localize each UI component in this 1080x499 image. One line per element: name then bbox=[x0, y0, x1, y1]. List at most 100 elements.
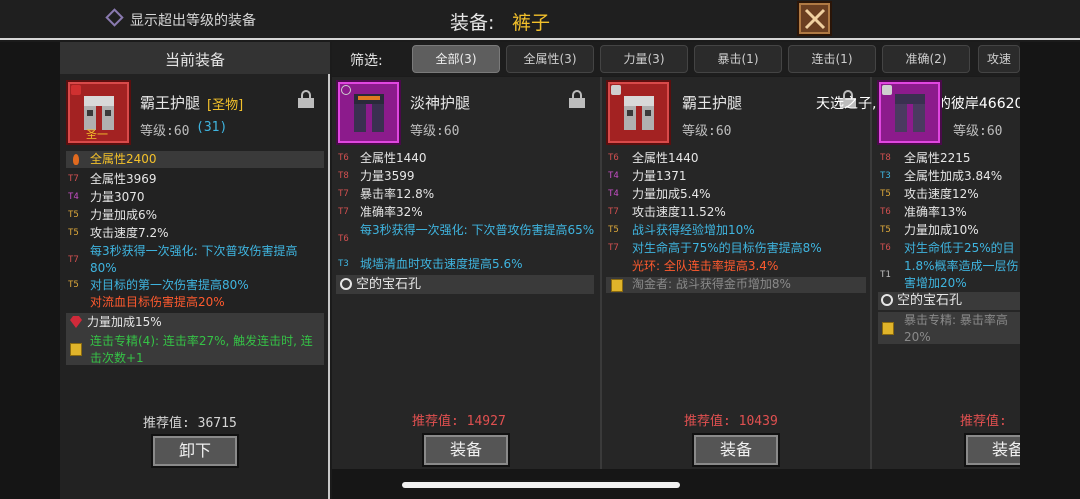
stat-line: 淘金者: 战斗获得金币增加8% bbox=[632, 277, 791, 291]
candidate-recommend-value: 推荐值: 10439 bbox=[684, 414, 778, 429]
candidate-item-level: 等级:60 bbox=[953, 124, 1003, 139]
left-margin bbox=[0, 42, 60, 499]
tab-combo[interactable]: 连击(1) bbox=[788, 45, 876, 73]
stat-line: 攻击速度11.52% bbox=[632, 205, 726, 219]
tier-label: T6 bbox=[338, 153, 349, 163]
leg-armor-icon bbox=[354, 94, 384, 132]
lock-icon[interactable] bbox=[569, 90, 585, 108]
empty-socket-icon bbox=[340, 278, 352, 290]
tab-crit[interactable]: 暴击(1) bbox=[694, 45, 782, 73]
stat-line: 城墙清血时攻击速度提高5.6% bbox=[360, 257, 523, 271]
tab-accuracy[interactable]: 准确(2) bbox=[882, 45, 970, 73]
candidate-item-icon[interactable] bbox=[606, 80, 671, 145]
stat-line: 力量加成6% bbox=[90, 208, 158, 222]
stat-line: 准确率13% bbox=[904, 205, 967, 219]
ruby-gem-icon bbox=[70, 316, 82, 328]
empty-socket-text: 空的宝石孔 bbox=[897, 293, 963, 308]
lock-icon[interactable] bbox=[298, 90, 314, 108]
current-item-level: 等级:60 bbox=[140, 124, 190, 139]
equip-button[interactable]: 装备 bbox=[692, 433, 780, 467]
right-margin bbox=[1020, 42, 1080, 499]
tier-label: T8 bbox=[338, 171, 349, 181]
filter-label: 筛选: bbox=[350, 53, 383, 69]
tier-label: T5 bbox=[880, 225, 891, 235]
stat-line: 力量加成5.4% bbox=[632, 187, 711, 201]
page-title-slot: 裤子 bbox=[512, 12, 551, 34]
current-recommend-value: 推荐值: 36715 bbox=[143, 416, 237, 431]
unequip-button[interactable]: 卸下 bbox=[151, 434, 239, 468]
tab-strength[interactable]: 力量(3) bbox=[600, 45, 688, 73]
stat-line: 攻击速度7.2% bbox=[90, 226, 169, 240]
skill-book-icon bbox=[882, 322, 894, 335]
tier-label: T3 bbox=[338, 259, 349, 269]
equip-button[interactable]: 装备 bbox=[422, 433, 510, 467]
tier-label: T8 bbox=[880, 153, 891, 163]
current-item-name: 霸王护腿 bbox=[140, 94, 201, 112]
stat-line: 每3秒获得一次强化: 下次普攻伤害提高65% bbox=[360, 223, 595, 237]
tier-label: T6 bbox=[880, 207, 891, 217]
close-icon bbox=[804, 8, 826, 30]
candidate-item-name: 淡神护腿 bbox=[410, 94, 471, 112]
current-item-tag: [圣物] bbox=[207, 98, 244, 113]
tab-attack-speed[interactable]: 攻速 bbox=[978, 45, 1020, 73]
stat-line: 力量加成10% bbox=[904, 223, 979, 237]
home-indicator[interactable] bbox=[402, 482, 680, 488]
tier-label: T4 bbox=[608, 189, 619, 199]
tier-label: T6 bbox=[608, 153, 619, 163]
stat-line: 准确率32% bbox=[360, 205, 423, 219]
stat-line: 全属性1440 bbox=[360, 151, 427, 165]
tier-label: T7 bbox=[608, 243, 619, 253]
stat-line: 攻击速度12% bbox=[904, 187, 979, 201]
stat-line: 每3秒获得一次强化: 下次普攻伤害提高80% bbox=[90, 244, 298, 275]
tier-label: T3 bbox=[880, 171, 891, 181]
candidate-item-level: 等级:60 bbox=[682, 124, 732, 139]
empty-socket-text: 空的宝石孔 bbox=[356, 277, 422, 292]
tier-label: T4 bbox=[608, 171, 619, 181]
tier-label: T7 bbox=[68, 174, 79, 184]
stat-line: 对生命低于25%的目 bbox=[904, 241, 1015, 255]
gem-socket-line: 空的宝石孔 bbox=[340, 276, 421, 293]
current-item-icon[interactable]: 圣一 bbox=[66, 80, 131, 145]
fire-icon bbox=[73, 154, 79, 165]
tier-label: T7 bbox=[338, 207, 349, 217]
gem-socket-line: 空的宝石孔 bbox=[881, 292, 962, 309]
stat-line: 连击专精(4): 连击率27%, 触发连击时, 连击次数+1 bbox=[90, 334, 313, 365]
stat-line: 全属性3969 bbox=[90, 172, 157, 186]
tier-label: T6 bbox=[338, 234, 349, 244]
close-button[interactable] bbox=[797, 1, 832, 36]
empty-socket-icon bbox=[881, 294, 893, 306]
tier-label: T5 bbox=[68, 228, 79, 238]
tier-label: T7 bbox=[68, 255, 79, 265]
tab-all[interactable]: 全部(3) bbox=[412, 45, 500, 73]
tier-label: T5 bbox=[608, 225, 619, 235]
tier-label: T5 bbox=[68, 210, 79, 220]
stat-line: 对目标的第一次伤害提高80% bbox=[90, 278, 249, 292]
stat-line: 1.8%概率造成一层伤害增加20% bbox=[904, 259, 1019, 290]
stat-line: 战斗获得经验增加10% bbox=[632, 223, 755, 237]
tier-label: T1 bbox=[880, 270, 891, 280]
tab-all-attributes[interactable]: 全属性(3) bbox=[506, 45, 594, 73]
stat-line: 全属性2215 bbox=[904, 151, 971, 165]
current-equipment-title: 当前装备 bbox=[164, 51, 225, 69]
page-title-prefix: 装备: bbox=[450, 12, 495, 34]
equip-button[interactable]: 装备 bbox=[964, 433, 1020, 467]
candidate-item-icon[interactable] bbox=[336, 80, 401, 145]
stat-line: 全属性1440 bbox=[632, 151, 699, 165]
equip-button-clip: 装备 bbox=[964, 433, 1020, 467]
stat-line: 力量1371 bbox=[632, 169, 687, 183]
stat-line: 暴击率12.8% bbox=[360, 187, 435, 201]
stat-line: 力量加成15% bbox=[87, 315, 162, 329]
current-item-level-bonus: (31) bbox=[196, 120, 228, 135]
candidate-recommend-value: 推荐值: 14927 bbox=[412, 414, 506, 429]
stat-line: 暴击专精: 暴击率高20% bbox=[904, 313, 1008, 344]
tier-label: T5 bbox=[880, 189, 891, 199]
stat-line: 全属性加成3.84% bbox=[904, 169, 1003, 183]
show-over-level-toggle-label[interactable]: 显示超出等级的装备 bbox=[130, 10, 256, 30]
stat-line: 全属性2400 bbox=[90, 152, 157, 166]
tier-label: T5 bbox=[68, 280, 79, 290]
candidate-item-name: 霸王护腿 bbox=[682, 94, 743, 112]
stat-line: 对流血目标伤害提高20% bbox=[90, 295, 225, 309]
tier-label: T4 bbox=[68, 192, 79, 202]
skill-book-icon bbox=[70, 343, 82, 356]
candidate-item-icon[interactable] bbox=[877, 80, 942, 145]
